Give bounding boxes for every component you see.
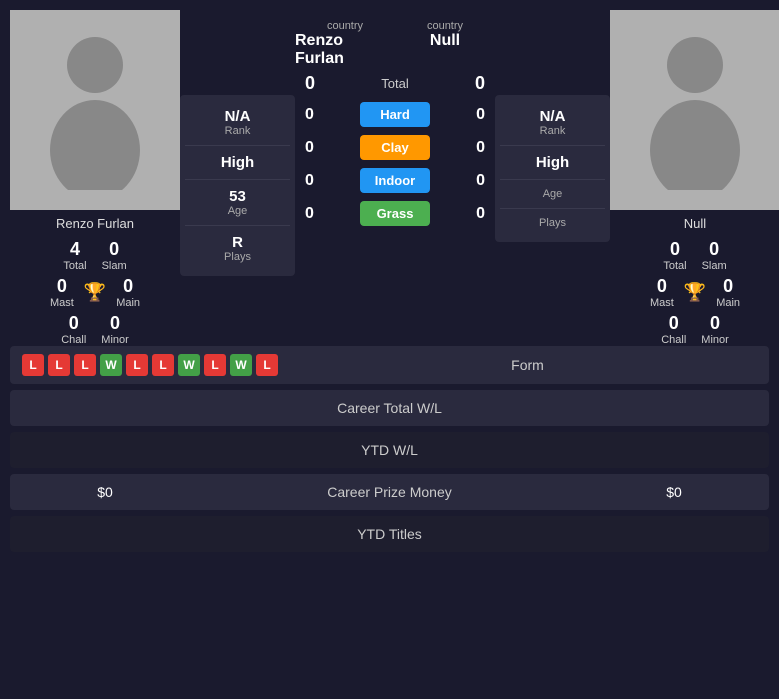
right-plays-row: Plays — [500, 209, 605, 237]
left-slam-stat: 0 Slam — [102, 239, 127, 272]
middle-section: country Renzo Furlan country Null 0 Tota… — [295, 10, 495, 234]
form-badge-9: L — [256, 354, 278, 376]
left-minor-stat: 0 Minor — [101, 313, 129, 346]
right-name-area: country Null — [395, 20, 495, 68]
indoor-row: 0 Indoor 0 — [295, 168, 495, 193]
right-minor-stat: 0 Minor — [701, 313, 729, 346]
grass-button[interactable]: Grass — [360, 201, 430, 226]
form-badge-4: L — [126, 354, 148, 376]
right-rank-row: N/A Rank — [500, 100, 605, 146]
form-badges: LLLWLLWLWL — [22, 354, 278, 376]
form-badge-5: L — [152, 354, 174, 376]
left-stats-card-wrapper: N/A Rank High 53 Age R Plays — [180, 10, 295, 276]
left-info-card: N/A Rank High 53 Age R Plays — [180, 95, 295, 276]
stats-row-label-2: Career Prize Money — [180, 484, 599, 500]
right-info-card: N/A Rank High Age Plays — [495, 95, 610, 242]
left-photo-box — [10, 10, 180, 210]
indoor-button[interactable]: Indoor — [360, 168, 430, 193]
left-rank-row: N/A Rank — [185, 100, 290, 146]
left-total-stat: 4 Total — [63, 239, 86, 272]
right-total-stat: 0 Total — [663, 239, 686, 272]
total-row: 0 Total 0 — [295, 73, 495, 94]
left-player-name-below: Renzo Furlan — [10, 215, 180, 233]
trophy-icon-right: 🏆 — [684, 282, 706, 303]
stats-row-right-2: $0 — [599, 484, 749, 500]
clay-button[interactable]: Clay — [360, 135, 430, 160]
right-age-row: Age — [500, 180, 605, 209]
right-stats-card-wrapper: N/A Rank High Age Plays — [495, 10, 610, 242]
stats-row-label-3: YTD Titles — [180, 526, 599, 542]
right-player-stats-row2: 0 Mast 🏆 0 Main — [610, 276, 779, 309]
left-age-row: 53 Age — [185, 180, 290, 226]
left-silhouette-icon — [35, 30, 155, 190]
form-badge-6: W — [178, 354, 200, 376]
stats-row-0: Career Total W/L — [10, 390, 769, 426]
left-chall-stat: 0 Chall — [61, 313, 86, 346]
hard-row: 0 Hard 0 — [295, 102, 495, 127]
form-section: LLLWLLWLWL Form — [10, 346, 769, 384]
stats-row-3: YTD Titles — [10, 516, 769, 552]
right-player-stats-row1: 0 Total 0 Slam — [610, 239, 779, 272]
right-mast-stat: 0 Mast — [650, 276, 674, 309]
stats-row-2: $0Career Prize Money$0 — [10, 474, 769, 510]
left-name-area: country Renzo Furlan — [295, 20, 395, 68]
right-player-name-below: Null — [610, 215, 779, 233]
main-container: Renzo Furlan 4 Total 0 Slam 0 Mast 🏆 — [0, 0, 779, 568]
form-badge-1: L — [48, 354, 70, 376]
right-player-photo: Null 0 Total 0 Slam 0 Mast 🏆 0 — [610, 10, 779, 346]
right-high-row: High — [500, 146, 605, 180]
stats-row-label-0: Career Total W/L — [180, 400, 599, 416]
left-high-row: High — [185, 146, 290, 180]
stats-row-left-2: $0 — [30, 484, 180, 500]
form-badge-0: L — [22, 354, 44, 376]
hard-button[interactable]: Hard — [360, 102, 430, 127]
left-main-stat: 0 Main — [116, 276, 140, 309]
left-player-stats-row2: 0 Mast 🏆 0 Main — [10, 276, 180, 309]
clay-row: 0 Clay 0 — [295, 135, 495, 160]
right-photo-box — [610, 10, 779, 210]
player-names-row: country Renzo Furlan country Null — [295, 20, 495, 68]
left-mast-stat: 0 Mast — [50, 276, 74, 309]
right-chall-stat: 0 Chall — [661, 313, 686, 346]
form-badge-7: L — [204, 354, 226, 376]
right-player-stats-row3: 0 Chall 0 Minor — [610, 313, 779, 346]
form-badge-3: W — [100, 354, 122, 376]
left-player-photo: Renzo Furlan 4 Total 0 Slam 0 Mast 🏆 — [10, 10, 180, 346]
top-section: Renzo Furlan 4 Total 0 Slam 0 Mast 🏆 — [10, 10, 769, 346]
form-badge-2: L — [74, 354, 96, 376]
form-label: Form — [511, 357, 544, 373]
stats-rows-container: Career Total W/L YTD W/L $0Career Prize Mo… — [10, 390, 769, 552]
right-silhouette-icon — [635, 30, 755, 190]
right-main-stat: 0 Main — [716, 276, 740, 309]
grass-row: 0 Grass 0 — [295, 201, 495, 226]
form-badge-8: W — [230, 354, 252, 376]
trophy-icon-left: 🏆 — [84, 282, 106, 303]
left-player-stats-row3: 0 Chall 0 Minor — [10, 313, 180, 346]
stats-row-1: YTD W/L — [10, 432, 769, 468]
left-player-stats-row1: 4 Total 0 Slam — [10, 239, 180, 272]
stats-row-label-1: YTD W/L — [180, 442, 599, 458]
left-plays-row: R Plays — [185, 226, 290, 271]
right-slam-stat: 0 Slam — [702, 239, 727, 272]
